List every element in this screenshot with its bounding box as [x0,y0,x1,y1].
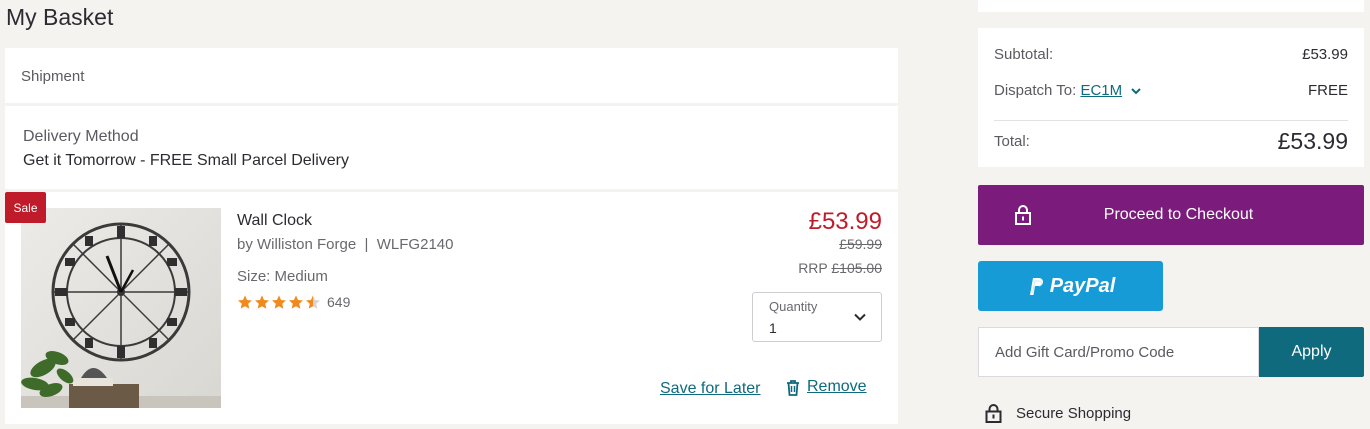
summary-divider [994,120,1348,121]
product-name[interactable]: Wall Clock [237,212,312,230]
basket-item: Sale Wall Clock by Williston Forge | WLF… [5,192,898,424]
dispatch-postcode-link[interactable]: EC1M [1080,82,1122,99]
delivery-method-value: Get it Tomorrow - FREE Small Parcel Deli… [23,152,349,169]
dispatch-value: FREE [1307,82,1348,99]
product-rating: 649 [237,294,350,310]
sale-price: £53.99 [808,208,882,235]
shipment-label: Shipment [21,68,85,85]
remove-button[interactable]: Remove [785,378,867,396]
paypal-button[interactable]: PayPal [978,261,1163,311]
rrp-label: RRP [798,260,828,276]
secure-shopping-label: Secure Shopping [1016,405,1132,422]
star-icon [255,295,269,309]
dispatch-row: Dispatch To: EC1M FREE [994,82,1348,99]
lock-icon [985,404,1002,423]
rating-count: 649 [327,294,351,310]
proceed-to-checkout-button[interactable]: Proceed to Checkout [978,185,1364,245]
total-row: Total: £53.99 [994,128,1348,155]
quantity-value: 1 [769,320,777,336]
summary-top-strip [978,0,1364,12]
promo-code-input[interactable] [978,327,1259,377]
rrp-price: RRP £105.00 [798,260,882,276]
star-icon [238,295,252,309]
delivery-method-card: Delivery Method Get it Tomorrow - FREE S… [5,106,898,189]
dispatch-label: Dispatch To: [994,82,1077,99]
apply-promo-button[interactable]: Apply [1259,327,1364,377]
rrp-value: £105.00 [831,260,882,276]
remove-link[interactable]: Remove [807,378,867,396]
quantity-label: Quantity [769,299,818,314]
chevron-down-icon[interactable] [1130,85,1142,97]
shipment-card: Shipment [5,48,898,103]
paypal-logo-icon [1029,278,1043,295]
page-title: My Basket [6,4,114,30]
product-brand: by Williston Forge | WLFG2140 [237,236,454,253]
star-icon [289,295,303,309]
product-image[interactable] [21,208,221,408]
subtotal-value: £53.99 [1302,46,1348,63]
was-price: £59.99 [839,236,882,252]
subtotal-row: Subtotal: £53.99 [994,46,1348,63]
total-value: £53.99 [1277,128,1348,154]
product-size: Size: Medium [237,268,328,285]
checkout-label: Proceed to Checkout [1103,206,1254,223]
paypal-label: PayPal [1049,274,1116,297]
secure-shopping: Secure Shopping [985,404,1131,423]
order-summary: Subtotal: £53.99 Dispatch To: EC1M FREE … [978,28,1364,167]
subtotal-label: Subtotal: [994,46,1054,63]
delivery-method-label: Delivery Method [23,128,139,145]
dispatch-label-group: Dispatch To: EC1M [994,82,1142,99]
chevron-down-icon [854,313,866,321]
sale-badge: Sale [5,192,46,223]
save-for-later-link[interactable]: Save for Later [660,380,761,398]
star-icon [272,295,286,309]
trash-icon [787,379,799,396]
total-label: Total: [994,133,1030,150]
star-half-icon [306,295,320,309]
quantity-select[interactable]: Quantity 1 [752,292,882,342]
